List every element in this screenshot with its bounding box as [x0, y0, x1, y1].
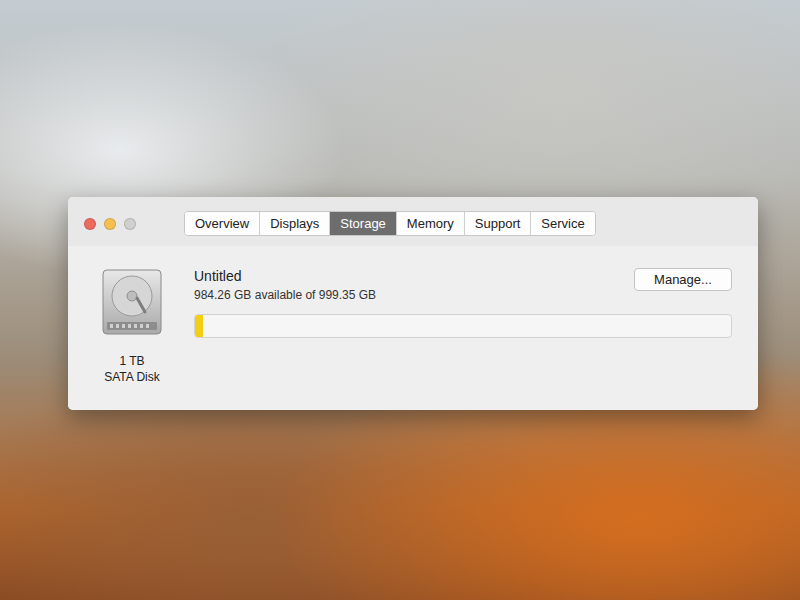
- tab-bar: OverviewDisplaysStorageMemorySupportServ…: [184, 211, 596, 236]
- tab[interactable]: Overview: [185, 212, 259, 235]
- window-controls: [84, 218, 184, 230]
- storage-bar-fill: [195, 315, 203, 337]
- volume-info: Untitled 984.26 GB available of 999.35 GB…: [194, 268, 732, 384]
- volume-capacity: 984.26 GB available of 999.35 GB: [194, 288, 376, 302]
- minimize-button[interactable]: [104, 218, 116, 230]
- hard-drive-icon: [101, 268, 163, 336]
- zoom-button: [124, 218, 136, 230]
- tab[interactable]: Service: [530, 212, 594, 235]
- tab[interactable]: Support: [464, 212, 531, 235]
- about-window: OverviewDisplaysStorageMemorySupportServ…: [68, 197, 758, 410]
- title-bar: OverviewDisplaysStorageMemorySupportServ…: [68, 197, 758, 246]
- storage-bar: [194, 314, 732, 338]
- disk-size: 1 TB: [119, 354, 144, 368]
- desktop: OverviewDisplaysStorageMemorySupportServ…: [0, 0, 800, 600]
- tab[interactable]: Storage: [329, 212, 396, 235]
- manage-button[interactable]: Manage...: [634, 268, 732, 291]
- volume-name: Untitled: [194, 268, 376, 284]
- storage-panel: 1 TB SATA Disk Untitled 984.26 GB available…: [68, 246, 758, 410]
- close-button[interactable]: [84, 218, 96, 230]
- tab[interactable]: Memory: [396, 212, 464, 235]
- tab[interactable]: Displays: [259, 212, 329, 235]
- disk: 1 TB SATA Disk: [92, 268, 172, 384]
- volume-texts: Untitled 984.26 GB available of 999.35 GB: [194, 268, 376, 302]
- volume-header: Untitled 984.26 GB available of 999.35 GB…: [194, 268, 732, 302]
- disk-type: SATA Disk: [104, 370, 160, 384]
